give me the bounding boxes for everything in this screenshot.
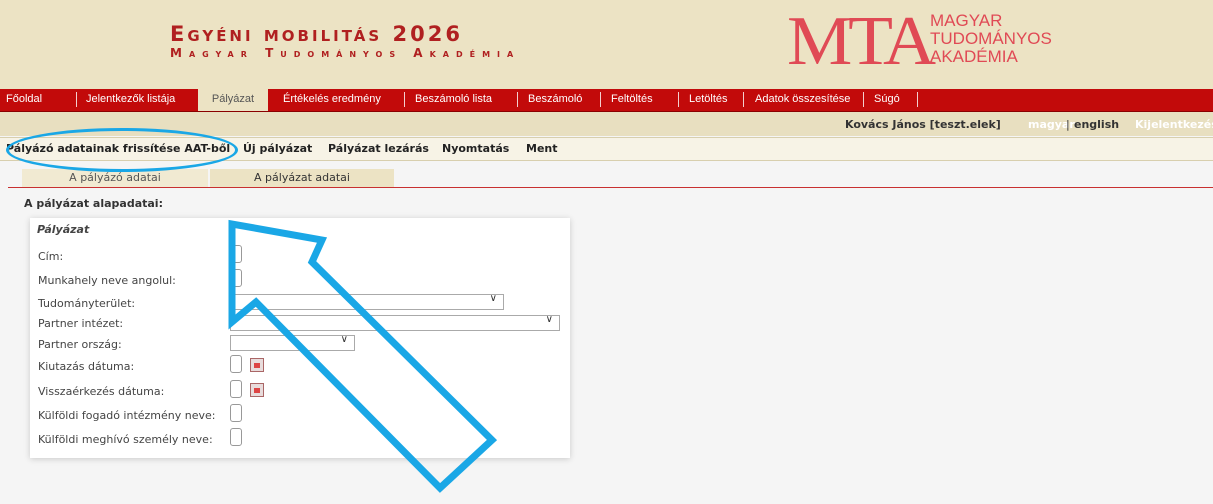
calendar-icon[interactable] (250, 383, 264, 397)
nav-separator (678, 92, 679, 107)
field-select[interactable]: ∨ (230, 293, 504, 310)
nav-item-evaluation[interactable]: Értékelés eredmény (283, 89, 381, 111)
chevron-down-icon: ∨ (545, 314, 553, 325)
nav-separator (517, 92, 518, 107)
calendar-icon[interactable] (250, 358, 264, 372)
app-title: Egyéni mobilitás 2026 (170, 22, 463, 46)
lang-separator: | (1066, 118, 1070, 131)
tab-application-data[interactable]: A pályázat adatai (210, 169, 394, 187)
return-date-label: Visszaérkezés dátuma: (38, 385, 165, 398)
nav-item-summary[interactable]: Adatok összesítése (755, 89, 850, 111)
title-label: Cím: (38, 250, 64, 263)
new-application-button[interactable]: Új pályázat (243, 142, 312, 155)
inviting-person-label: Külföldi meghívó személy neve: (38, 433, 213, 446)
nav-separator (863, 92, 864, 107)
partner-country-label: Partner ország: (38, 338, 122, 351)
partner-institute-select[interactable]: ∨ (230, 314, 560, 331)
nav-separator (600, 92, 601, 107)
logo-line-3: AKADÉMIA (930, 47, 1018, 66)
nav-item-download[interactable]: Letöltés (689, 89, 728, 111)
form-legend: Pályázat (37, 223, 90, 236)
nav-item-report-list[interactable]: Beszámoló lista (415, 89, 492, 111)
logo-line-2: TUDOMÁNYOS (930, 29, 1052, 48)
nav-item-applicants[interactable]: Jelentkezők listája (86, 89, 175, 111)
user-name: Kovács János [teszt.elek] (845, 118, 1001, 131)
workplace-en-input[interactable] (230, 269, 242, 287)
departure-date-input[interactable] (230, 355, 242, 373)
print-button[interactable]: Nyomtatás (442, 142, 509, 155)
app-subtitle: Magyar Tudományos Akadémia (170, 46, 521, 60)
workplace-en-label: Munkahely neve angolul: (38, 274, 176, 287)
nav-item-help[interactable]: Súgó (874, 89, 900, 111)
partner-country-select[interactable]: ∨ (230, 334, 355, 351)
chevron-down-icon: ∨ (489, 293, 497, 304)
host-institution-label: Külföldi fogadó intézmény neve: (38, 409, 216, 422)
close-application-button[interactable]: Pályázat lezárás (328, 142, 429, 155)
logout-link[interactable]: Kijelentkezés (1135, 118, 1213, 131)
nav-item-report[interactable]: Beszámoló (528, 89, 582, 111)
inviting-person-input[interactable] (230, 428, 242, 446)
logo-line-1: MAGYAR (930, 11, 1003, 30)
save-button[interactable]: Ment (526, 142, 558, 155)
nav-item-upload[interactable]: Feltöltés (611, 89, 653, 111)
host-institution-input[interactable] (230, 404, 242, 422)
return-date-input[interactable] (230, 380, 242, 398)
main-nav: Főoldal Jelentkezők listája Pályázat Ért… (0, 89, 1213, 112)
chevron-down-icon: ∨ (340, 334, 348, 345)
nav-separator (743, 92, 744, 107)
lang-english-link[interactable]: english (1074, 118, 1119, 131)
mta-logo-text: MAGYAR TUDOMÁNYOS AKADÉMIA (930, 12, 1052, 66)
nav-item-home[interactable]: Főoldal (6, 89, 42, 111)
nav-separator (917, 92, 918, 107)
nav-separator (76, 92, 77, 107)
title-input[interactable] (230, 245, 242, 263)
departure-date-label: Kiutazás dátuma: (38, 360, 135, 373)
section-title: A pályázat alapadatai: (24, 197, 163, 210)
field-label: Tudományterület: (38, 297, 136, 310)
partner-institute-label: Partner intézet: (38, 317, 124, 330)
highlight-ellipse (6, 128, 238, 172)
nav-separator (404, 92, 405, 107)
tab-underline (8, 187, 1213, 188)
mta-logo: MTA (787, 3, 936, 80)
page-header: Egyéni mobilitás 2026 Magyar Tudományos … (0, 0, 1213, 89)
nav-item-application[interactable]: Pályázat (198, 89, 268, 111)
